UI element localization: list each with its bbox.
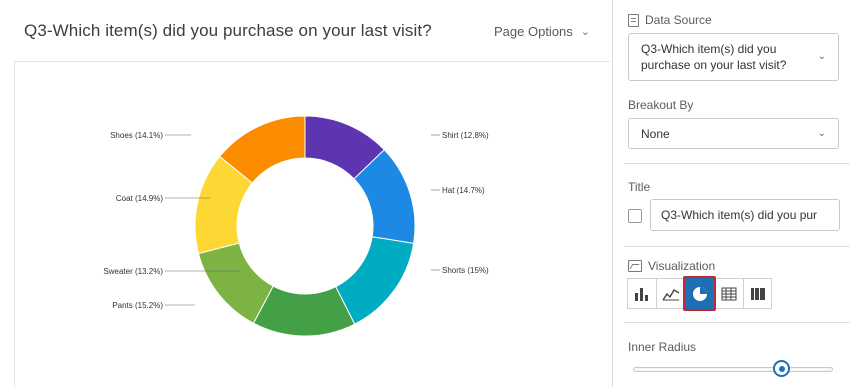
chart-area: Shirt (12.8%) Hat (14.7%) Shorts (15%) Pant… [14, 61, 610, 387]
settings-sidebar: Data Source Q3-Which item(s) did you pur… [613, 0, 850, 387]
title-input[interactable]: Q3-Which item(s) did you pur [650, 199, 840, 231]
inner-radius-slider-track[interactable] [633, 367, 833, 372]
slice-label: Shoes (14.1%) [110, 131, 163, 140]
show-title-checkbox[interactable] [628, 209, 642, 223]
visualization-label: Visualization [648, 259, 716, 273]
chevron-down-icon: ⌄ [817, 128, 826, 139]
slice-label: Pants (15.2%) [112, 301, 163, 310]
data-source-label: Data Source [645, 13, 712, 27]
page-options-dropdown[interactable]: Page Options ⌄ [494, 24, 590, 39]
chevron-down-icon: ⌄ [580, 26, 590, 38]
inner-radius-slider-handle[interactable] [773, 360, 790, 377]
page-options-label: Page Options [494, 24, 573, 39]
breakout-by-section: Breakout By [628, 98, 693, 112]
data-source-select[interactable]: Q3-Which item(s) did you purchase on you… [628, 33, 839, 81]
visualization-section: Visualization [628, 259, 715, 273]
visualization-options [627, 276, 772, 311]
page-title: Q3-Which item(s) did you purchase on you… [24, 21, 432, 40]
donut-chart: Shirt (12.8%) Hat (14.7%) Shorts (15%) Pant… [103, 115, 489, 337]
title-section: Title [628, 180, 650, 194]
pie-chart-button[interactable] [683, 276, 716, 311]
divider [624, 246, 850, 247]
pie-chart-icon [692, 286, 707, 301]
data-source-value: Q3-Which item(s) did you purchase on you… [641, 42, 787, 72]
breakout-by-select[interactable]: None ⌄ [628, 118, 839, 149]
chart-panel: Q3-Which item(s) did you purchase on you… [0, 0, 612, 387]
title-label: Title [628, 180, 651, 194]
table-icon [721, 287, 737, 300]
inner-radius-label: Inner Radius [628, 340, 697, 354]
slice-label: Coat (14.9%) [116, 194, 163, 203]
bar-chart-icon [635, 287, 648, 301]
slice-label: Shorts (15%) [442, 266, 489, 275]
data-source-icon [628, 13, 639, 27]
slice-label: Sweater (13.2%) [103, 267, 163, 276]
divider [624, 322, 850, 323]
data-source-section: Data Source [628, 13, 712, 27]
divider [624, 163, 850, 164]
inner-radius-section: Inner Radius [628, 340, 696, 354]
table-button[interactable] [714, 278, 743, 309]
chevron-down-icon: ⌄ [817, 51, 826, 62]
breakdown-bar-icon [750, 287, 765, 300]
bar-chart-button[interactable] [627, 278, 656, 309]
line-chart-button[interactable] [656, 278, 685, 309]
breakout-by-value: None [641, 126, 670, 141]
slice-label: Hat (14.7%) [442, 186, 485, 195]
image-icon [628, 260, 642, 272]
breakdown-bar-button[interactable] [743, 278, 772, 309]
slice-label: Shirt (12.8%) [442, 131, 489, 140]
line-chart-icon [662, 288, 680, 300]
breakout-by-label: Breakout By [628, 98, 694, 112]
